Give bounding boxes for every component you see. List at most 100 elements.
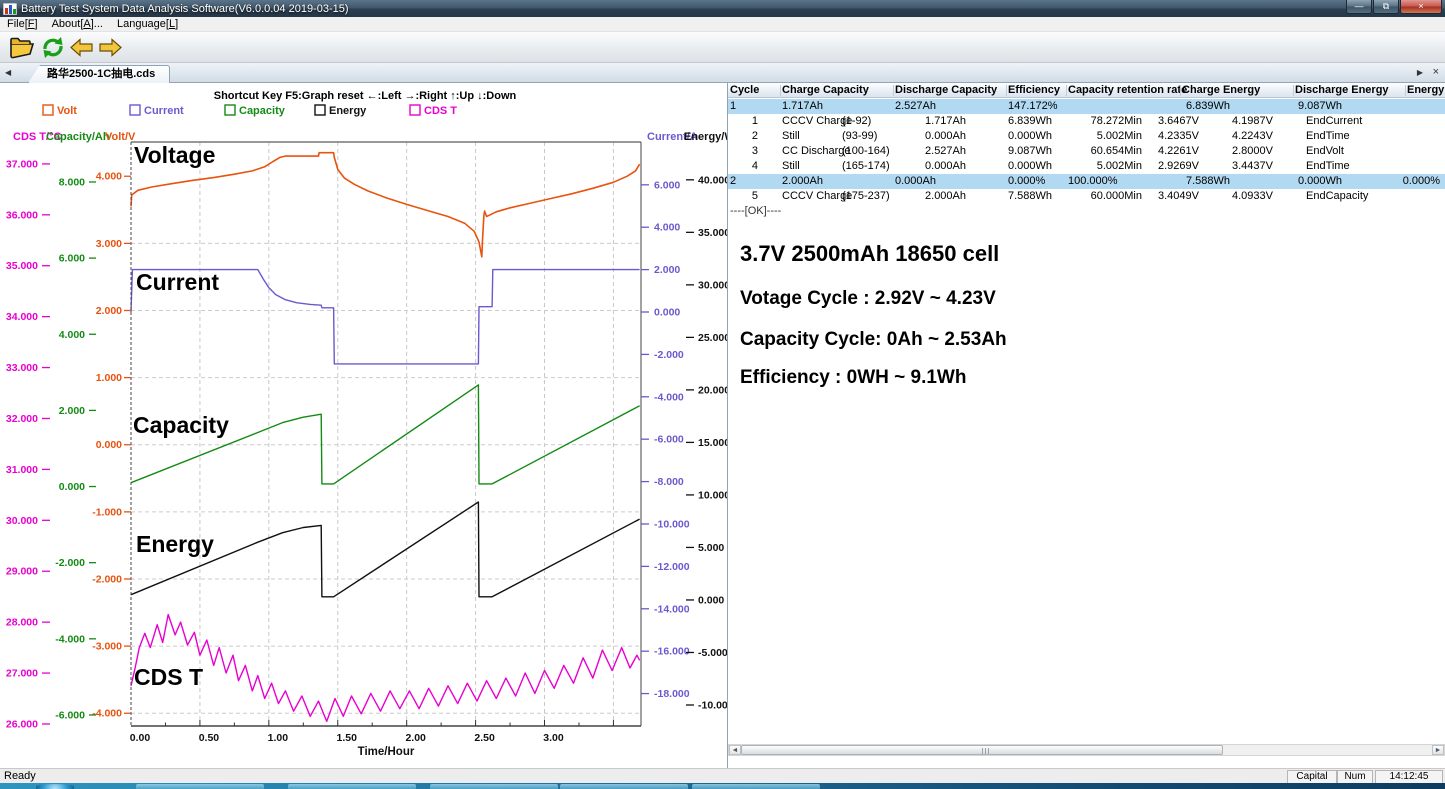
table-cell: 4.1987V bbox=[1232, 115, 1273, 127]
column-header[interactable]: Charge Capacity bbox=[782, 84, 869, 96]
legend-label[interactable]: Energy bbox=[329, 105, 367, 117]
header-separator bbox=[893, 85, 894, 96]
column-header[interactable]: Capacity retention rate bbox=[1068, 84, 1187, 96]
column-header[interactable]: Discharge Capacity bbox=[895, 84, 997, 96]
taskbar[interactable] bbox=[0, 783, 1445, 789]
plot-label-cds-t: CDS T bbox=[134, 664, 203, 690]
table-cell: 1 bbox=[730, 100, 736, 112]
tab-scroll-left-icon[interactable]: ◀ bbox=[5, 68, 11, 77]
taskbar-button[interactable] bbox=[288, 784, 416, 789]
header-separator bbox=[1006, 85, 1007, 96]
back-arrow-icon[interactable] bbox=[70, 35, 94, 60]
cell-spec-text: 3.7V 2500mAh 18650 cell bbox=[740, 241, 999, 267]
step-row[interactable]: 2Still(93-99)0.000Ah0.000Wh5.002Min4.233… bbox=[728, 129, 1445, 144]
cycle-summary-row[interactable]: 22.000Ah0.000Ah0.000%100.000%7.588Wh0.00… bbox=[728, 174, 1445, 189]
step-row[interactable]: 3CC Discharge(100-164)2.527Ah9.087Wh60.6… bbox=[728, 144, 1445, 159]
table-cell: 2.527Ah bbox=[895, 100, 936, 112]
tick-label-cdst: 33.000 bbox=[6, 362, 38, 374]
legend-checkbox-energy[interactable] bbox=[315, 105, 325, 115]
table-cell: (165-174) bbox=[842, 160, 890, 172]
legend-label[interactable]: Current bbox=[144, 105, 184, 117]
tick-label-capacity: 0.000 bbox=[59, 481, 85, 493]
tick-label-volt: 2.000 bbox=[96, 305, 122, 317]
legend-label[interactable]: Capacity bbox=[239, 105, 286, 117]
menu-item[interactable]: About[A]... bbox=[45, 18, 110, 30]
minimize-button[interactable]: — bbox=[1346, 0, 1372, 14]
tick-label-cdst: 32.000 bbox=[6, 413, 38, 425]
scrollbar-thumb[interactable] bbox=[741, 745, 1223, 755]
axis-title-energy: Energy/Wh bbox=[684, 131, 727, 143]
tick-label-current: -8.000 bbox=[654, 476, 684, 488]
tick-label-capacity: -6.000 bbox=[55, 709, 85, 721]
table-cell: 9.087Wh bbox=[1298, 100, 1342, 112]
refresh-icon[interactable] bbox=[40, 35, 66, 60]
tick-label-volt: -4.000 bbox=[92, 708, 122, 720]
table-cell: Still bbox=[782, 130, 800, 142]
taskbar-button[interactable] bbox=[692, 784, 820, 789]
header-separator bbox=[1405, 85, 1406, 96]
open-folder-icon[interactable] bbox=[8, 35, 36, 60]
table-cell: 2.8000V bbox=[1232, 145, 1273, 157]
column-header[interactable]: Cycle bbox=[730, 84, 759, 96]
table-cell: 7.588Wh bbox=[1186, 175, 1230, 187]
x-tick-label: 2.00 bbox=[405, 732, 426, 744]
scroll-left-icon[interactable]: ◄ bbox=[729, 745, 741, 755]
legend-checkbox-cds-t[interactable] bbox=[410, 105, 420, 115]
taskbar-button[interactable] bbox=[430, 784, 558, 789]
step-row[interactable]: 1CCCV Charge(1-92)1.717Ah6.839Wh78.272Mi… bbox=[728, 114, 1445, 129]
legend-checkbox-volt[interactable] bbox=[43, 105, 53, 115]
taskbar-button[interactable] bbox=[136, 784, 264, 789]
legend-label[interactable]: CDS T bbox=[424, 105, 457, 117]
column-header[interactable]: Efficiency bbox=[1008, 84, 1060, 96]
tick-label-cdst: 28.000 bbox=[6, 617, 38, 629]
table-cell: EndTime bbox=[1306, 160, 1350, 172]
table-cell: 0.000Wh bbox=[1008, 160, 1052, 172]
x-tick-label: 0.50 bbox=[199, 732, 220, 744]
taskbar-button[interactable] bbox=[560, 784, 688, 789]
table-cell: 4.2335V bbox=[1158, 130, 1199, 142]
tab-bar: ◀ 路华2500-1C抽电.cds ▶ × bbox=[0, 63, 1445, 83]
tick-label-capacity: 4.000 bbox=[59, 329, 85, 341]
close-button[interactable]: × bbox=[1400, 0, 1442, 14]
tick-label-cdst: 26.000 bbox=[6, 718, 38, 730]
column-header[interactable]: Discharge Energy bbox=[1295, 84, 1389, 96]
tick-label-current: -4.000 bbox=[654, 391, 684, 403]
forward-arrow-icon[interactable] bbox=[98, 35, 122, 60]
menu-item[interactable]: File[F] bbox=[0, 18, 45, 30]
tab-close-icon[interactable]: × bbox=[1433, 66, 1439, 78]
tick-label-energy: 40.000 bbox=[698, 174, 727, 186]
column-header[interactable]: Energy E bbox=[1407, 84, 1445, 96]
content-area: 37.00036.00035.00034.00033.00032.00031.0… bbox=[0, 83, 1445, 768]
tick-label-cdst: 34.000 bbox=[6, 311, 38, 323]
table-cell: 100.000% bbox=[1068, 175, 1118, 187]
table-cell: 2 bbox=[752, 130, 758, 142]
restore-button[interactable]: ⧉ bbox=[1373, 0, 1399, 14]
table-cell: 0.000% bbox=[1403, 175, 1440, 187]
table-cell: 1.717Ah bbox=[782, 100, 823, 112]
table-cell: (1-92) bbox=[842, 115, 871, 127]
tab-scroll-right-icon[interactable]: ▶ bbox=[1417, 68, 1423, 77]
table-cell: 5.002Min bbox=[1097, 160, 1142, 172]
tick-label-energy: 15.000 bbox=[698, 437, 727, 449]
step-row[interactable]: 5CCCV Charge(175-237)2.000Ah7.588Wh60.00… bbox=[728, 189, 1445, 204]
efficiency-text: Efficiency : 0WH ~ 9.1Wh bbox=[740, 367, 966, 389]
cycle-summary-row[interactable]: 11.717Ah2.527Ah147.172%6.839Wh9.087Wh bbox=[728, 99, 1445, 114]
scroll-right-icon[interactable]: ► bbox=[1432, 745, 1444, 755]
tab-active[interactable]: 路华2500-1C抽电.cds bbox=[28, 65, 170, 83]
menu-item[interactable]: Language[L] bbox=[110, 18, 185, 30]
title-bar[interactable]: Battery Test System Data Analysis Softwa… bbox=[0, 0, 1445, 17]
tick-label-volt: 1.000 bbox=[96, 372, 122, 384]
status-num: Num bbox=[1337, 770, 1373, 784]
step-row[interactable]: 4Still(165-174)0.000Ah0.000Wh5.002Min2.9… bbox=[728, 159, 1445, 174]
start-orb-icon[interactable] bbox=[36, 784, 74, 789]
table-cell: (93-99) bbox=[842, 130, 877, 142]
axis-title-volt: Volt/V bbox=[105, 131, 136, 143]
tick-label-energy: 10.000 bbox=[698, 489, 727, 501]
legend-label[interactable]: Volt bbox=[57, 105, 77, 117]
legend-checkbox-current[interactable] bbox=[130, 105, 140, 115]
legend-checkbox-capacity[interactable] bbox=[225, 105, 235, 115]
column-header[interactable]: Charge Energy bbox=[1182, 84, 1260, 96]
header-separator bbox=[1293, 85, 1294, 96]
horizontal-scrollbar[interactable]: ◄ ► bbox=[728, 744, 1445, 756]
battery-cycle-chart[interactable]: 37.00036.00035.00034.00033.00032.00031.0… bbox=[0, 83, 727, 768]
